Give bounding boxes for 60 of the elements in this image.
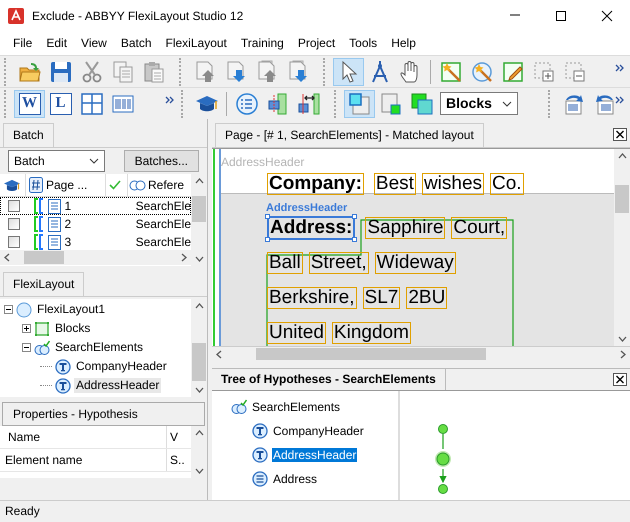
tree-item[interactable]: SearchElements: [251, 400, 342, 414]
panel-title: Properties - Hypothesis: [2, 402, 205, 426]
letter-button[interactable]: W: [14, 90, 45, 118]
word: Ball: [267, 252, 303, 274]
table-cell: 3: [64, 234, 72, 250]
word: Kingdom: [332, 322, 411, 344]
tree-item[interactable]: Address: [272, 472, 318, 486]
word: Best: [374, 173, 416, 195]
element-label: AddressHeader: [265, 202, 348, 216]
batch-select[interactable]: Batch: [8, 150, 105, 172]
tree-item[interactable]: Blocks: [53, 321, 92, 336]
panel-tab[interactable]: FlexiLayout: [3, 272, 84, 296]
panel-tab[interactable]: Batch: [3, 123, 54, 147]
table-cell: 2: [64, 216, 72, 232]
menu-item[interactable]: FlexiLayout: [158, 34, 234, 53]
tree-item[interactable]: AddressHeader: [74, 378, 162, 393]
tree-item[interactable]: FlexiLayout1: [35, 302, 108, 317]
menu-item[interactable]: Tools: [342, 34, 384, 53]
status-text: Ready: [5, 504, 40, 519]
table-row[interactable]: 1 SearchEle: [0, 197, 191, 215]
menu-item[interactable]: Edit: [39, 34, 74, 53]
word: Court,: [451, 217, 508, 239]
table-row[interactable]: 3 SearchEle: [0, 233, 191, 250]
column-header[interactable]: Page ...: [46, 178, 88, 192]
element-label: AddressHeader: [221, 155, 304, 170]
menu-item[interactable]: Project: [290, 34, 342, 53]
menu-item[interactable]: Training: [234, 34, 291, 53]
menu-item[interactable]: Batch: [114, 34, 159, 53]
tree-item[interactable]: CompanyHeader: [74, 359, 169, 374]
panel-tab[interactable]: Page - [# 1, SearchElements] - Matched layout: [215, 123, 484, 147]
table-cell: SearchEle: [136, 216, 191, 232]
word: United: [267, 322, 326, 344]
word: Co.: [490, 173, 524, 195]
batches-button[interactable]: Batches...: [124, 150, 199, 172]
window-title: Exclude - ABBYY FlexiLayout Studio 12: [32, 8, 244, 24]
table-cell: SearchEle: [136, 198, 191, 214]
word: wishes: [422, 173, 484, 195]
word: Sapphire: [365, 217, 446, 239]
column-header[interactable]: Refere: [148, 178, 184, 192]
mode-dropdown[interactable]: Blocks: [440, 92, 518, 115]
word: Berkshire,: [267, 287, 357, 309]
word: Company:: [267, 173, 364, 195]
table-cell: Element name: [5, 452, 82, 468]
table-cell: S..: [170, 452, 185, 467]
menu-item[interactable]: File: [6, 34, 40, 53]
word: SL7: [362, 287, 400, 309]
word: Street,: [308, 252, 369, 274]
word: 2BU: [406, 287, 448, 309]
table-cell: SearchEle: [136, 234, 191, 250]
tree-item[interactable]: AddressHeader: [272, 448, 358, 462]
tree-item[interactable]: SearchElements: [53, 340, 146, 355]
table-row[interactable]: 2 SearchEle: [0, 215, 191, 233]
word: Address:: [267, 216, 356, 240]
column-header[interactable]: Name: [8, 430, 40, 444]
menu-item[interactable]: Help: [384, 34, 423, 53]
word: Wideway: [374, 252, 456, 274]
menu-item[interactable]: View: [74, 34, 114, 53]
tree-item[interactable]: CompanyHeader: [272, 424, 365, 438]
column-header[interactable]: V: [170, 430, 178, 444]
table-cell: 1: [64, 198, 72, 214]
